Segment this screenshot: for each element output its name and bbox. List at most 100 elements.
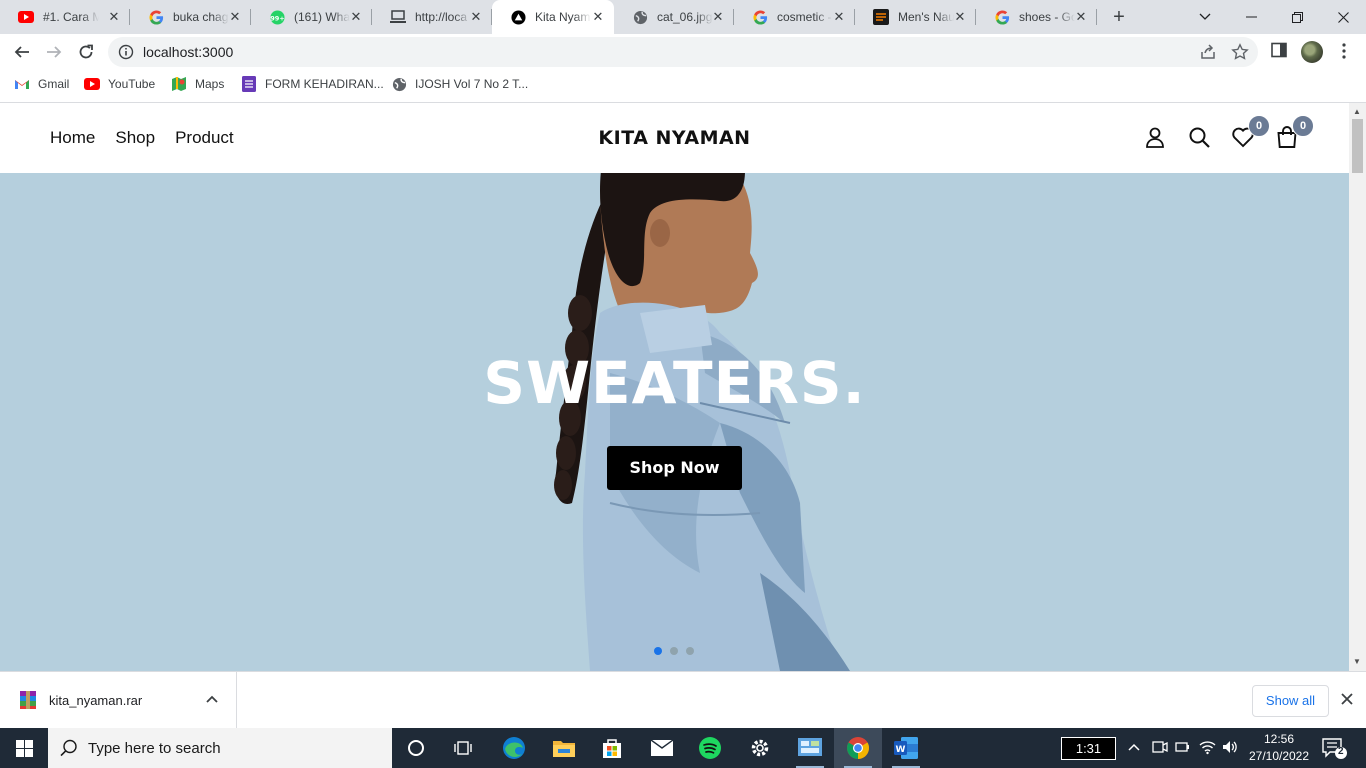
close-icon[interactable]: ✕ — [590, 9, 606, 25]
bookmark-label: FORM KEHADIRAN... — [265, 77, 384, 91]
close-icon[interactable]: ✕ — [227, 9, 243, 25]
file-explorer-button[interactable] — [540, 728, 588, 768]
close-icon[interactable]: ✕ — [710, 9, 726, 25]
mail-icon — [651, 740, 673, 756]
reload-icon — [79, 44, 93, 59]
notification-center-button[interactable]: 2 — [1322, 738, 1348, 765]
control-panel-button[interactable] — [786, 728, 834, 768]
store-icon — [873, 9, 889, 25]
scroll-up-icon[interactable]: ▲ — [1353, 107, 1361, 116]
wifi-icon[interactable] — [1199, 739, 1216, 755]
restore-button[interactable] — [1274, 0, 1320, 34]
browser-toolbar: localhost:3000 — [0, 34, 1366, 70]
maps-icon — [171, 76, 187, 92]
tab-strip: #1. Cara M ✕ buka chag ✕ 99+ (161) What … — [0, 0, 1366, 34]
spotify-icon — [699, 737, 721, 759]
close-icon[interactable]: ✕ — [348, 9, 364, 25]
reload-button[interactable] — [72, 38, 100, 66]
google-icon — [148, 9, 164, 25]
edge-button[interactable] — [490, 728, 538, 768]
tab-7[interactable]: cosmetic - ✕ — [734, 0, 855, 34]
close-icon[interactable]: ✕ — [952, 9, 968, 25]
tab-1[interactable]: #1. Cara M ✕ — [0, 0, 130, 34]
bookmark-gmail[interactable]: Gmail — [14, 76, 69, 92]
slider-dots — [654, 647, 694, 655]
forward-button[interactable] — [40, 38, 68, 66]
chrome-button[interactable] — [834, 728, 882, 768]
volume-icon[interactable] — [1222, 740, 1238, 754]
cart-badge: 0 — [1292, 115, 1314, 137]
tab-2[interactable]: buka chag ✕ — [130, 0, 251, 34]
shop-now-button[interactable]: Shop Now — [607, 446, 742, 490]
slider-dot-2[interactable] — [670, 647, 678, 655]
gmail-icon — [14, 76, 30, 92]
address-bar[interactable]: localhost:3000 — [108, 37, 1258, 67]
hero-title: SWEATERS. — [483, 349, 866, 417]
bookmark-ijosh[interactable]: IJOSH Vol 7 No 2 T... — [391, 76, 528, 92]
minimize-button[interactable] — [1228, 0, 1274, 34]
chevron-up-icon[interactable] — [205, 694, 219, 704]
side-panel-icon[interactable] — [1271, 42, 1287, 58]
cortana-button[interactable] — [392, 728, 440, 768]
tab-active[interactable]: Kita Nyam ✕ — [492, 0, 614, 34]
close-icon[interactable]: ✕ — [106, 9, 122, 25]
spotify-button[interactable] — [686, 728, 734, 768]
bookmark-youtube[interactable]: YouTube — [84, 76, 155, 92]
store-button[interactable] — [588, 728, 636, 768]
slider-dot-1[interactable] — [654, 647, 662, 655]
scroll-down-icon[interactable]: ▼ — [1353, 657, 1361, 666]
tab-8[interactable]: Men's Nau ✕ — [855, 0, 976, 34]
mail-button[interactable] — [638, 728, 686, 768]
timer-badge[interactable]: 1:31 — [1061, 737, 1116, 760]
tab-9[interactable]: shoes - Go ✕ — [976, 0, 1097, 34]
scrollbar-thumb[interactable] — [1352, 119, 1363, 173]
hero-model-image — [554, 173, 850, 671]
close-window-button[interactable] — [1320, 0, 1366, 34]
user-icon[interactable] — [1143, 125, 1167, 149]
taskbar-search-placeholder: Type here to search — [88, 740, 221, 757]
notification-icon — [1322, 738, 1347, 759]
menu-icon[interactable] — [1338, 42, 1350, 60]
back-button[interactable] — [8, 38, 36, 66]
minimize-icon — [1245, 16, 1257, 18]
share-icon[interactable] — [1199, 43, 1217, 61]
settings-button[interactable] — [736, 728, 784, 768]
tab-search-button[interactable] — [1182, 0, 1228, 34]
hero-slider: SWEATERS. Shop Now — [0, 173, 1349, 671]
close-icon[interactable]: ✕ — [831, 9, 847, 25]
word-button[interactable]: W — [882, 728, 930, 768]
new-tab-button[interactable]: + — [1108, 6, 1130, 28]
chevron-up-icon[interactable] — [1128, 742, 1140, 752]
battery-plug-icon[interactable] — [1175, 740, 1191, 754]
slider-dot-3[interactable] — [686, 647, 694, 655]
close-icon[interactable]: ✕ — [468, 9, 484, 25]
info-icon[interactable] — [118, 44, 134, 60]
tab-6[interactable]: cat_06.jpg ✕ — [614, 0, 734, 34]
download-item[interactable]: kita_nyaman.rar — [0, 672, 237, 728]
task-view-button[interactable] — [440, 728, 488, 768]
gear-icon — [751, 739, 769, 757]
chrome-icon — [847, 737, 869, 759]
chevron-down-icon — [1199, 13, 1211, 20]
search-icon[interactable] — [1187, 125, 1211, 149]
show-all-button[interactable]: Show all — [1252, 685, 1329, 717]
avatar[interactable] — [1301, 41, 1323, 63]
clock-date: 27/10/2022 — [1248, 749, 1310, 763]
meet-now-icon[interactable] — [1152, 739, 1168, 755]
url-text[interactable]: localhost:3000 — [143, 44, 233, 60]
forms-icon — [241, 76, 257, 92]
tab-4[interactable]: http://loca ✕ — [372, 0, 492, 34]
bookmark-maps[interactable]: Maps — [171, 76, 224, 92]
tab-title: cat_06.jpg — [657, 10, 713, 24]
close-icon — [1337, 11, 1349, 23]
star-icon[interactable] — [1231, 43, 1249, 61]
close-icon[interactable]: ✕ — [1073, 9, 1089, 25]
tab-3[interactable]: 99+ (161) What ✕ — [251, 0, 372, 34]
system-clock[interactable]: 12:56 27/10/2022 — [1244, 731, 1314, 765]
page-scrollbar[interactable]: ▲ ▼ — [1349, 103, 1366, 671]
start-button[interactable] — [0, 728, 48, 768]
taskbar-search[interactable]: Type here to search — [48, 728, 392, 768]
close-icon[interactable] — [1340, 692, 1354, 706]
bookmark-form-kehadiran[interactable]: FORM KEHADIRAN... — [241, 76, 384, 92]
tab-title: http://loca — [415, 10, 468, 24]
